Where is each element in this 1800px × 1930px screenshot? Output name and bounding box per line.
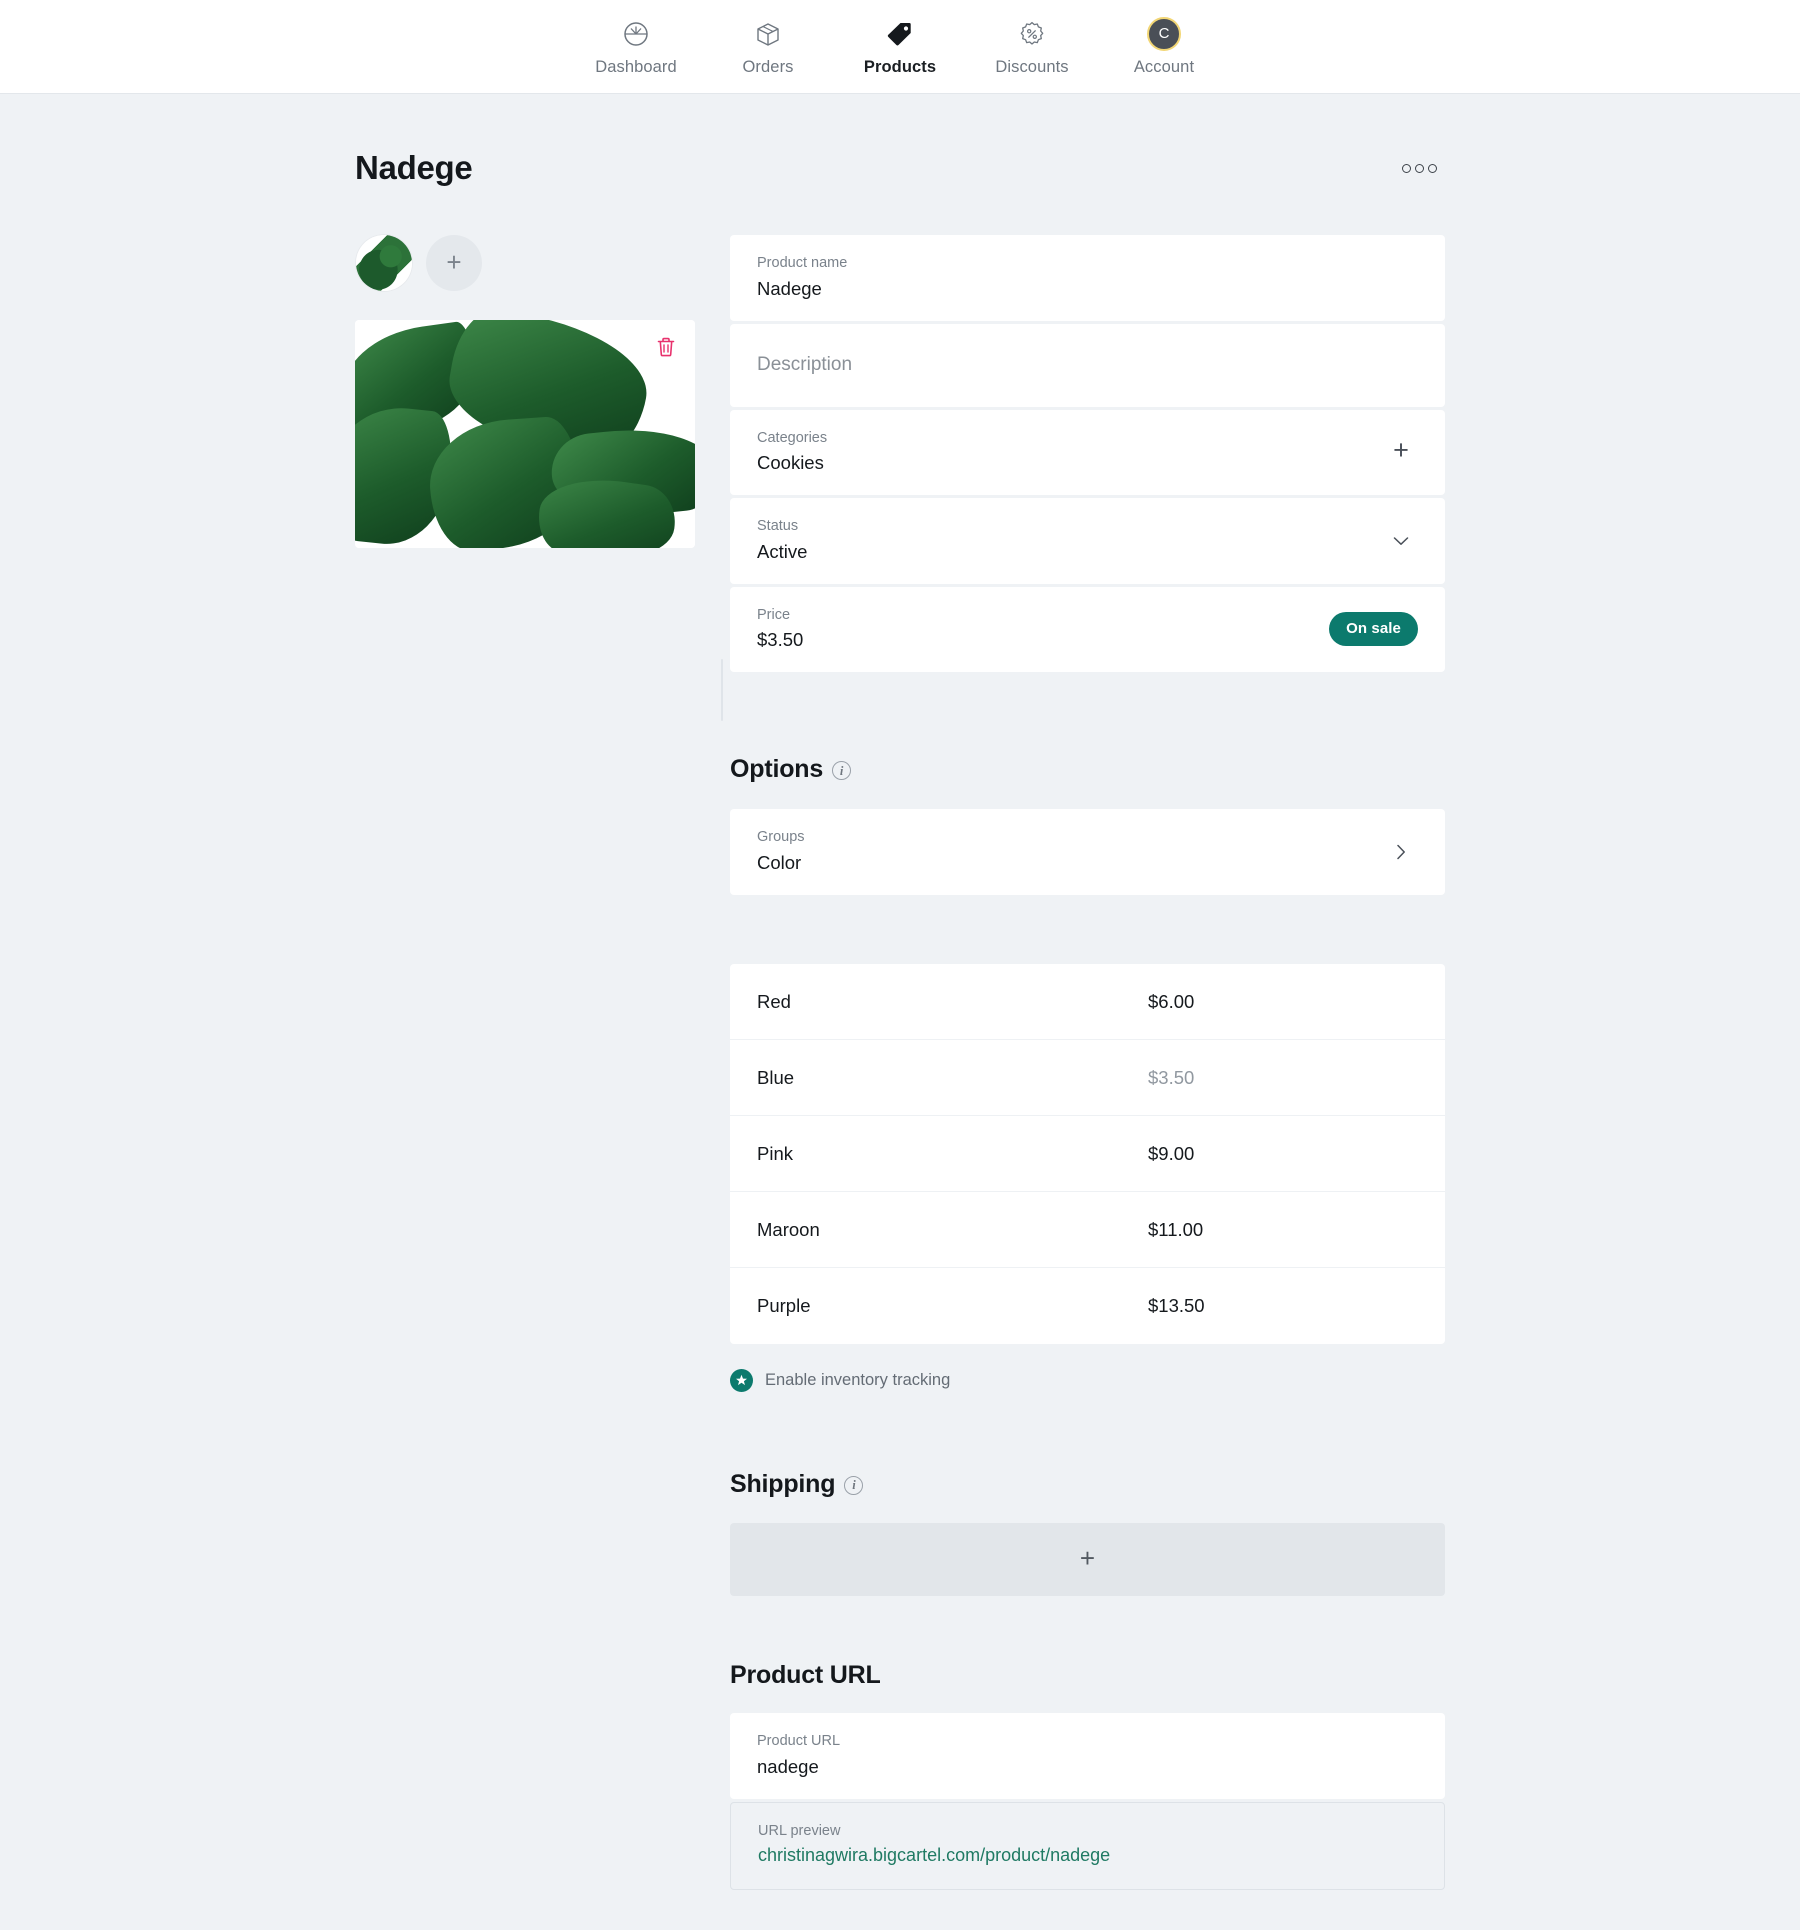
status-value: Active: [757, 540, 808, 562]
option-price: $11.00: [1148, 1218, 1204, 1240]
plus-icon: +: [446, 246, 462, 277]
product-edit-page: Nadege + Product name Nadege Description…: [0, 94, 1800, 1930]
media-column: +: [355, 235, 730, 1930]
content-grid: + Product name Nadege Description Catego…: [355, 187, 1445, 1930]
kebab-dot: [1402, 163, 1411, 173]
table-row[interactable]: Blue $3.50: [730, 1040, 1445, 1117]
price-card[interactable]: Price $3.50 On sale: [730, 586, 1445, 673]
page-title: Nadege: [355, 149, 473, 186]
primary-navigation: Dashboard Orders Products Discounts C Ac…: [0, 0, 1800, 94]
product-url-section-heading: Product URL: [730, 1661, 1445, 1690]
add-category-button[interactable]: +: [1384, 435, 1418, 469]
account-avatar-initial: C: [1147, 16, 1181, 51]
trash-icon[interactable]: [653, 334, 679, 360]
price-label: Price: [757, 606, 791, 623]
avatar-icon: C: [1147, 16, 1181, 51]
nav-item-orders[interactable]: Orders: [702, 17, 834, 77]
nav-item-account[interactable]: C Account: [1098, 16, 1230, 77]
option-name: Red: [757, 990, 791, 1012]
on-sale-badge[interactable]: On sale: [1329, 612, 1418, 647]
leaf-photo: [355, 320, 695, 548]
table-row[interactable]: Red $6.00: [730, 964, 1445, 1041]
categories-card[interactable]: Categories Cookies +: [730, 409, 1445, 496]
groups-value: Color: [757, 852, 802, 873]
table-row[interactable]: Pink $9.00: [730, 1116, 1445, 1193]
nav-label-orders: Orders: [742, 57, 794, 76]
status-card[interactable]: Status Active: [730, 498, 1445, 584]
nav-item-discounts[interactable]: Discounts: [966, 17, 1098, 77]
option-price: $3.50: [1148, 1066, 1195, 1088]
shipping-section-heading: Shipping i: [730, 1470, 1445, 1499]
nav-item-dashboard[interactable]: Dashboard: [570, 17, 702, 77]
chevron-down-icon[interactable]: [1384, 524, 1418, 558]
percent-badge-icon: [1017, 17, 1047, 51]
options-heading-text: Options: [730, 755, 824, 784]
tag-icon: [885, 17, 915, 51]
product-name-label: Product name: [757, 255, 848, 271]
add-image-button[interactable]: +: [426, 235, 482, 291]
option-name: Blue: [757, 1066, 795, 1088]
product-url-value[interactable]: nadege: [757, 1755, 1418, 1779]
star-check-icon: [730, 1369, 753, 1393]
product-name-card[interactable]: Product name Nadege: [730, 235, 1445, 321]
description-card[interactable]: Description: [730, 323, 1445, 407]
add-shipping-button[interactable]: +: [730, 1523, 1445, 1597]
nav-label-products: Products: [863, 57, 937, 76]
info-icon[interactable]: i: [832, 761, 852, 781]
product-url-card[interactable]: Product URL nadege: [730, 1713, 1445, 1799]
option-price: $6.00: [1148, 990, 1195, 1012]
product-image-preview[interactable]: [355, 320, 695, 548]
categories-label: Categories: [757, 429, 828, 446]
groups-label: Groups: [757, 829, 805, 846]
url-preview-label: URL preview: [758, 1822, 841, 1839]
option-name: Purple: [757, 1295, 811, 1317]
leaf-thumbnail-image: [356, 235, 412, 291]
box-icon: [753, 17, 783, 51]
option-values-table: Red $6.00 Blue $3.50 Pink $9.00 Maroon $…: [730, 964, 1445, 1345]
categories-value: Cookies: [757, 452, 824, 474]
inventory-tracking-label: Enable inventory tracking: [765, 1371, 951, 1390]
option-name: Maroon: [757, 1218, 820, 1240]
option-price: $9.00: [1148, 1142, 1195, 1164]
form-column: Product name Nadege Description Categori…: [730, 235, 1445, 1930]
option-price: $13.50: [1148, 1295, 1205, 1317]
shipping-heading-text: Shipping: [730, 1470, 836, 1499]
option-name: Pink: [757, 1142, 793, 1164]
product-name-value[interactable]: Nadege: [757, 277, 1418, 301]
nav-item-products[interactable]: Products: [834, 17, 966, 77]
plus-icon: +: [1079, 1543, 1096, 1574]
url-preview-link[interactable]: christinagwira.bigcartel.com/product/nad…: [758, 1844, 1417, 1867]
image-thumbnail-strip: +: [355, 235, 730, 291]
gauge-icon: [621, 17, 651, 51]
kebab-menu-icon[interactable]: [1394, 156, 1445, 181]
info-icon[interactable]: i: [844, 1476, 864, 1496]
table-row[interactable]: Maroon $11.00: [730, 1192, 1445, 1269]
options-section-heading: Options i: [730, 755, 1445, 784]
product-url-label: Product URL: [757, 1733, 841, 1750]
price-value: $3.50: [757, 629, 804, 651]
page-header: Nadege: [355, 94, 1445, 187]
url-preview-card: URL preview christinagwira.bigcartel.com…: [730, 1801, 1445, 1890]
description-placeholder[interactable]: Description: [757, 354, 1418, 376]
option-groups-card[interactable]: Groups Color: [730, 809, 1445, 896]
scroll-indicator[interactable]: [721, 659, 723, 721]
bottom-spacer: [730, 1890, 1445, 1930]
plus-icon: +: [1393, 434, 1409, 465]
inventory-tracking-toggle[interactable]: Enable inventory tracking: [730, 1369, 1445, 1393]
chevron-right-icon[interactable]: [1384, 835, 1418, 869]
nav-label-account: Account: [1133, 57, 1195, 76]
image-thumbnail[interactable]: [356, 235, 412, 291]
nav-label-discounts: Discounts: [995, 57, 1069, 76]
product-url-heading-text: Product URL: [730, 1661, 881, 1690]
nav-label-dashboard: Dashboard: [595, 57, 677, 76]
kebab-dot: [1415, 163, 1424, 173]
kebab-dot: [1428, 163, 1437, 173]
status-label: Status: [757, 518, 799, 535]
table-row[interactable]: Purple $13.50: [730, 1268, 1445, 1344]
